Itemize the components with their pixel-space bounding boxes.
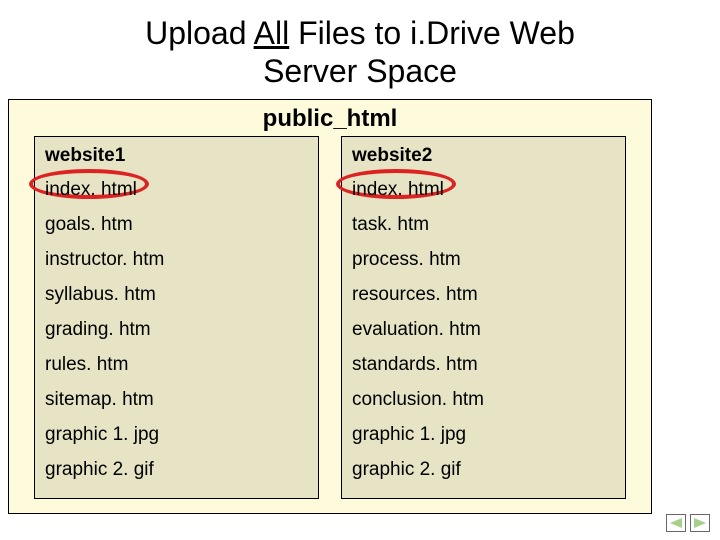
list-item: grading. htm bbox=[45, 313, 308, 348]
arrow-left-icon bbox=[670, 518, 682, 528]
list-item: instructor. htm bbox=[45, 243, 308, 278]
list-item: evaluation. htm bbox=[352, 313, 615, 348]
list-item: graphic 2. gif bbox=[45, 453, 308, 488]
list-item: process. htm bbox=[352, 243, 615, 278]
list-item: index. html bbox=[352, 173, 615, 208]
title-line1-pre: Upload bbox=[145, 15, 254, 51]
site-box-website2: website2 index. html task. htm process. … bbox=[341, 136, 626, 499]
next-slide-button[interactable] bbox=[690, 514, 710, 532]
list-item: conclusion. htm bbox=[352, 383, 615, 418]
list-item: task. htm bbox=[352, 208, 615, 243]
list-item: goals. htm bbox=[45, 208, 308, 243]
nav-arrows bbox=[666, 514, 710, 532]
file-list: index. html goals. htm instructor. htm s… bbox=[45, 173, 308, 488]
list-item: graphic 1. jpg bbox=[352, 418, 615, 453]
title-line1-post: Files to i.Drive Web bbox=[289, 15, 575, 51]
list-item: sitemap. htm bbox=[45, 383, 308, 418]
folder-name-label: public_html bbox=[9, 100, 651, 136]
list-item: resources. htm bbox=[352, 278, 615, 313]
public-html-folder: public_html website1 index. html goals. … bbox=[8, 99, 652, 514]
title-line2: Server Space bbox=[263, 53, 457, 89]
list-item: syllabus. htm bbox=[45, 278, 308, 313]
site-name-label: website2 bbox=[352, 145, 615, 173]
list-item: graphic 2. gif bbox=[352, 453, 615, 488]
list-item: standards. htm bbox=[352, 348, 615, 383]
site-columns: website1 index. html goals. htm instruct… bbox=[9, 136, 651, 499]
list-item: index. html bbox=[45, 173, 308, 208]
arrow-right-icon bbox=[694, 518, 706, 528]
prev-slide-button[interactable] bbox=[666, 514, 686, 532]
slide-title: Upload All Files to i.Drive Web Server S… bbox=[0, 0, 720, 97]
list-item: graphic 1. jpg bbox=[45, 418, 308, 453]
site-box-website1: website1 index. html goals. htm instruct… bbox=[34, 136, 319, 499]
list-item: rules. htm bbox=[45, 348, 308, 383]
file-list: index. html task. htm process. htm resou… bbox=[352, 173, 615, 488]
site-name-label: website1 bbox=[45, 145, 308, 173]
title-underlined-word: All bbox=[254, 15, 290, 51]
